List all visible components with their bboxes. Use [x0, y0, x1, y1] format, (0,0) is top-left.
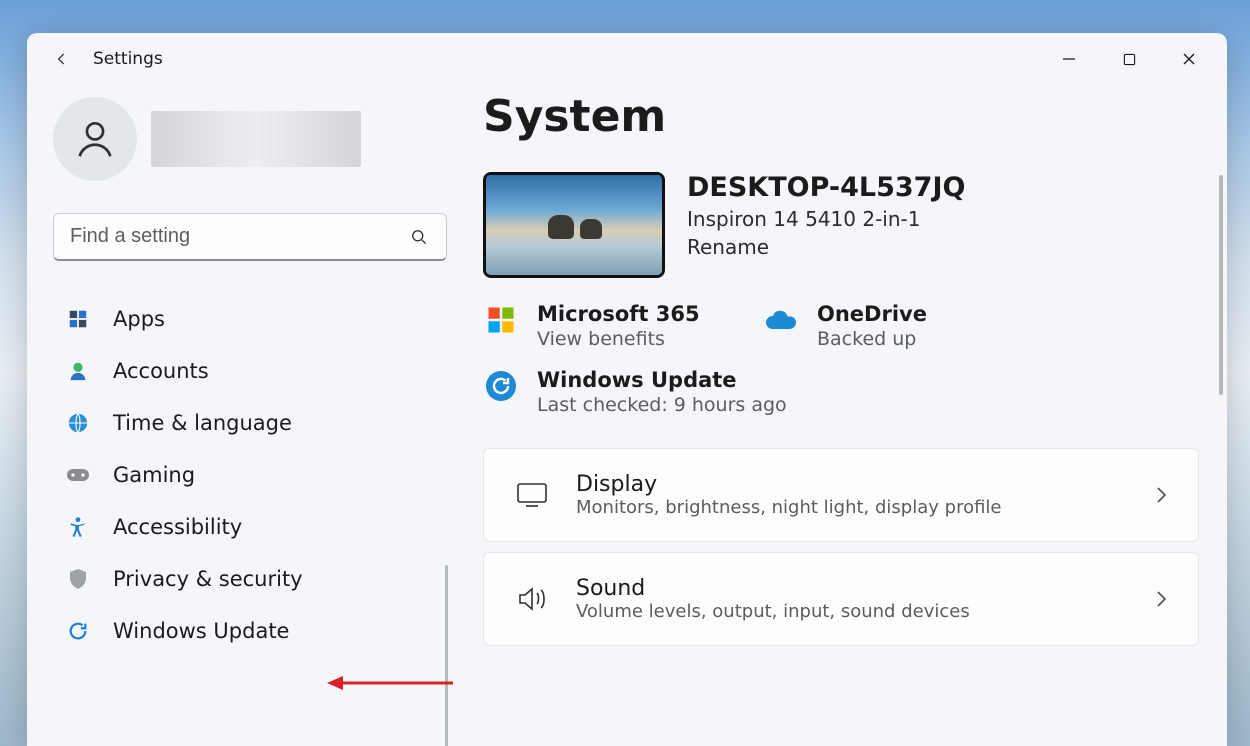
search-input[interactable]: [53, 213, 447, 261]
minimize-icon: [1062, 52, 1076, 66]
microsoft-365-tile[interactable]: Microsoft 365 View benefits: [483, 302, 703, 350]
cloud-sub: Last checked: 9 hours ago: [537, 394, 787, 416]
cloud-title: Windows Update: [537, 368, 787, 392]
device-name: DESKTOP-4L537JQ: [687, 172, 965, 203]
apps-icon: [65, 306, 91, 332]
sidebar-item-accounts[interactable]: Accounts: [53, 345, 447, 397]
windows-update-icon: [65, 618, 91, 644]
sidebar-item-time-language[interactable]: Time & language: [53, 397, 447, 449]
sidebar: Apps Accounts Time & language: [27, 85, 447, 746]
person-icon: [72, 116, 118, 162]
cloud-title: OneDrive: [817, 302, 927, 326]
accessibility-icon: [65, 514, 91, 540]
sidebar-item-label: Apps: [113, 307, 165, 331]
cloud-sub: View benefits: [537, 328, 700, 350]
maximize-button[interactable]: [1099, 39, 1159, 79]
settings-window: Settings: [27, 33, 1227, 746]
accounts-icon: [65, 358, 91, 384]
sidebar-item-label: Accessibility: [113, 515, 242, 539]
avatar: [53, 97, 137, 181]
sidebar-item-accessibility[interactable]: Accessibility: [53, 501, 447, 553]
desktop-thumbnail[interactable]: [483, 172, 665, 278]
close-button[interactable]: [1159, 39, 1219, 79]
onedrive-icon: [763, 302, 799, 338]
cloud-title: Microsoft 365: [537, 302, 700, 326]
onedrive-tile[interactable]: OneDrive Backed up: [763, 302, 983, 350]
nav-list: Apps Accounts Time & language: [53, 293, 447, 657]
display-icon: [514, 477, 550, 513]
display-settings-card[interactable]: Display Monitors, brightness, night ligh…: [483, 448, 1199, 542]
back-arrow-icon: [52, 49, 72, 69]
update-sync-icon: [483, 368, 519, 404]
shield-icon: [65, 566, 91, 592]
microsoft-logo-icon: [483, 302, 519, 338]
minimize-button[interactable]: [1039, 39, 1099, 79]
cloud-sub: Backed up: [817, 328, 927, 350]
window-controls: [1039, 39, 1219, 79]
chevron-right-icon: [1154, 588, 1168, 610]
sidebar-item-privacy-security[interactable]: Privacy & security: [53, 553, 447, 605]
page-title: System: [483, 91, 1199, 142]
sidebar-item-label: Gaming: [113, 463, 195, 487]
back-button[interactable]: [45, 42, 79, 76]
windows-update-tile[interactable]: Windows Update Last checked: 9 hours ago: [483, 368, 1139, 416]
device-info-block: DESKTOP-4L537JQ Inspiron 14 5410 2-in-1 …: [483, 172, 1199, 278]
main-content: System DESKTOP-4L537JQ Inspiron 14 5410 …: [447, 85, 1227, 746]
sidebar-item-label: Accounts: [113, 359, 209, 383]
titlebar: Settings: [27, 33, 1227, 85]
rename-link[interactable]: Rename: [687, 235, 965, 259]
profile-block[interactable]: [53, 97, 447, 181]
gaming-icon: [65, 462, 91, 488]
sidebar-item-label: Time & language: [113, 411, 292, 435]
main-scrollbar[interactable]: [1219, 175, 1223, 395]
card-sub: Volume levels, output, input, sound devi…: [576, 601, 1154, 622]
app-title: Settings: [93, 49, 163, 69]
sidebar-item-apps[interactable]: Apps: [53, 293, 447, 345]
wallpaper-preview: [486, 175, 662, 275]
sidebar-item-label: Privacy & security: [113, 567, 303, 591]
time-language-icon: [65, 410, 91, 436]
device-model: Inspiron 14 5410 2-in-1: [687, 207, 965, 231]
card-title: Display: [576, 472, 1154, 497]
maximize-icon: [1123, 53, 1136, 66]
sidebar-item-gaming[interactable]: Gaming: [53, 449, 447, 501]
user-name-placeholder: [151, 111, 361, 167]
sidebar-item-windows-update[interactable]: Windows Update: [53, 605, 447, 657]
sound-icon: [514, 581, 550, 617]
search-icon: [409, 227, 429, 247]
sound-settings-card[interactable]: Sound Volume levels, output, input, soun…: [483, 552, 1199, 646]
card-title: Sound: [576, 576, 1154, 601]
sidebar-item-label: Windows Update: [113, 619, 289, 643]
card-sub: Monitors, brightness, night light, displ…: [576, 497, 1154, 518]
close-icon: [1182, 52, 1196, 66]
chevron-right-icon: [1154, 484, 1168, 506]
